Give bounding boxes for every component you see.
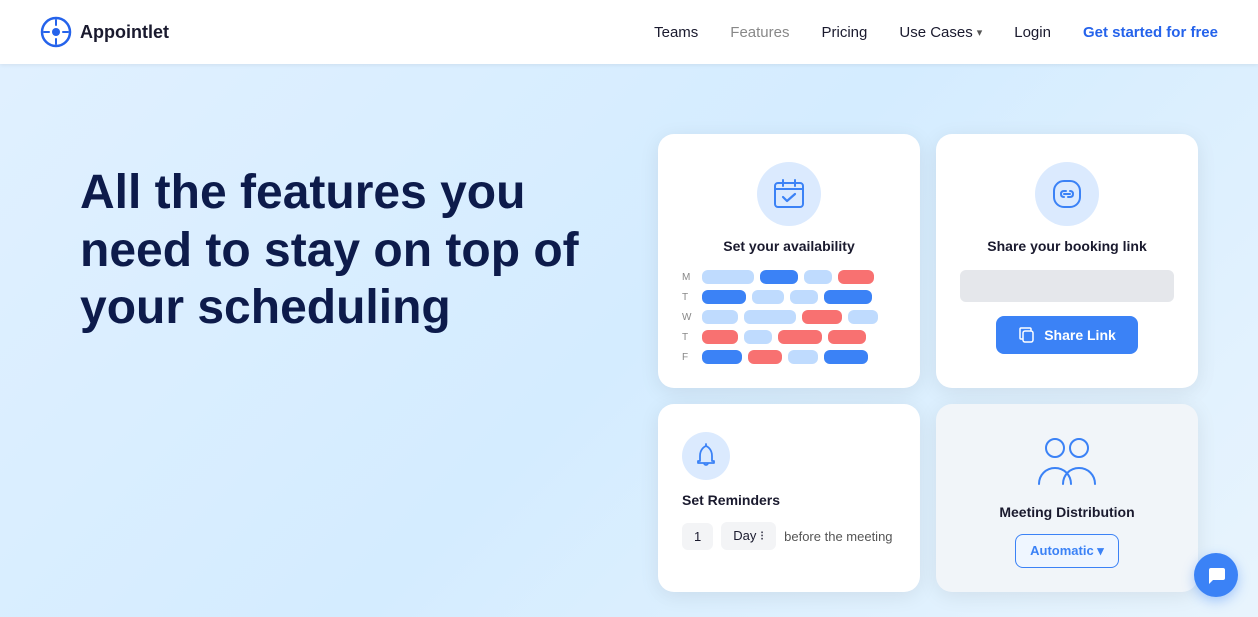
- bar: [760, 270, 798, 284]
- schedule-row-f: F: [682, 350, 896, 364]
- nav-cta[interactable]: Get started for free: [1083, 24, 1218, 41]
- nav-teams[interactable]: Teams: [654, 24, 698, 41]
- reminder-suffix: before the meeting: [784, 529, 892, 544]
- day-label-w: W: [682, 312, 696, 323]
- chat-icon: [1205, 564, 1227, 586]
- reminder-unit[interactable]: Day ⁝: [721, 522, 776, 550]
- bar: [702, 270, 754, 284]
- bar: [702, 330, 738, 344]
- share-link-title: Share your booking link: [987, 238, 1146, 254]
- bar: [748, 350, 782, 364]
- nav-use-cases[interactable]: Use Cases ▾: [899, 24, 982, 41]
- bar: [804, 270, 832, 284]
- availability-title: Set your availability: [723, 238, 855, 254]
- chat-bubble-button[interactable]: [1194, 553, 1238, 597]
- reminder-number[interactable]: 1: [682, 523, 713, 550]
- link-share-icon: [1050, 177, 1084, 211]
- hero-title: All the features you need to stay on top…: [80, 164, 600, 337]
- logo-icon: [40, 16, 72, 48]
- bar: [744, 330, 772, 344]
- meeting-icons: [1031, 432, 1103, 492]
- share-icon-circle: [1035, 162, 1099, 226]
- schedule-row-w: W: [682, 310, 896, 324]
- bar: [752, 290, 784, 304]
- share-link-card: Share your booking link Share Link: [936, 134, 1198, 388]
- bar: [788, 350, 818, 364]
- navbar: Appointlet Teams Features Pricing Use Ca…: [0, 0, 1258, 64]
- nav-pricing[interactable]: Pricing: [822, 24, 868, 41]
- bar: [828, 330, 866, 344]
- share-link-input[interactable]: [960, 270, 1174, 302]
- schedule-row-m: M: [682, 270, 896, 284]
- bar: [802, 310, 842, 324]
- day-label-f: F: [682, 352, 696, 363]
- nav-login[interactable]: Login: [1014, 24, 1051, 41]
- main-section: All the features you need to stay on top…: [0, 64, 1258, 617]
- schedule-grid: M T W: [682, 270, 896, 364]
- bar: [744, 310, 796, 324]
- logo-text: Appointlet: [80, 22, 169, 43]
- bar: [824, 350, 868, 364]
- meeting-distribution-title: Meeting Distribution: [999, 504, 1134, 520]
- bar: [702, 290, 746, 304]
- day-label-m: M: [682, 272, 696, 283]
- chevron-down-icon: ▾: [977, 26, 983, 39]
- bar: [824, 290, 872, 304]
- nav-links: Teams Features Pricing Use Cases ▾ Login…: [654, 24, 1218, 41]
- reminder-icon-circle: [682, 432, 730, 480]
- people-icon: [1031, 434, 1103, 492]
- schedule-row-t1: T: [682, 290, 896, 304]
- bar: [702, 310, 738, 324]
- bar: [848, 310, 878, 324]
- calendar-check-icon: [771, 176, 807, 212]
- bar: [778, 330, 822, 344]
- bar: [838, 270, 874, 284]
- availability-icon-circle: [757, 162, 821, 226]
- reminders-card: Set Reminders 1 Day ⁝ before the meeting: [658, 404, 920, 592]
- day-label-t1: T: [682, 292, 696, 303]
- reminder-row: 1 Day ⁝ before the meeting: [682, 522, 896, 550]
- automatic-dropdown[interactable]: Automatic ▾: [1015, 534, 1119, 568]
- logo[interactable]: Appointlet: [40, 16, 169, 48]
- day-label-t2: T: [682, 332, 696, 343]
- copy-icon: [1018, 326, 1036, 344]
- availability-card: Set your availability M T: [658, 134, 920, 388]
- schedule-row-t2: T: [682, 330, 896, 344]
- bell-icon: [692, 442, 720, 470]
- reminders-title: Set Reminders: [682, 492, 896, 508]
- meeting-distribution-card: Meeting Distribution Automatic ▾: [936, 404, 1198, 592]
- bar: [790, 290, 818, 304]
- cards-area: Set your availability M T: [618, 124, 1198, 592]
- nav-features[interactable]: Features: [730, 24, 789, 41]
- bar: [702, 350, 742, 364]
- hero-text-block: All the features you need to stay on top…: [80, 124, 600, 337]
- share-link-button[interactable]: Share Link: [996, 316, 1138, 354]
